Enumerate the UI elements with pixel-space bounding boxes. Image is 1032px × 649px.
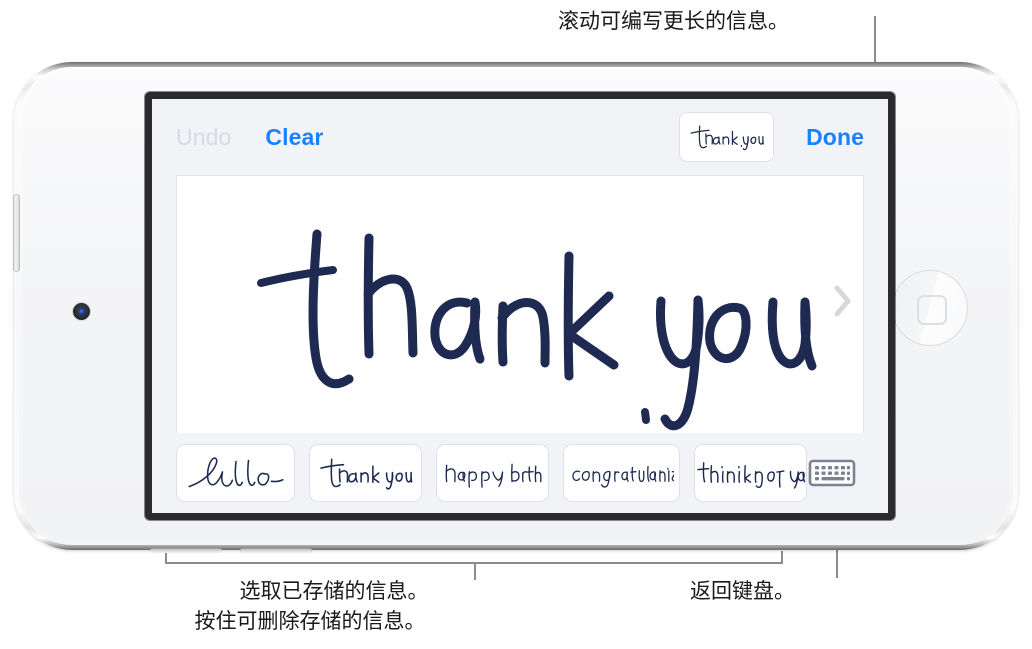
handwriting-ink-thank-you xyxy=(257,229,817,431)
chevron-right-icon[interactable] xyxy=(833,284,853,318)
leader-line-saved-messages-drop xyxy=(474,562,476,580)
preview-thank-you-ink xyxy=(690,125,764,151)
callout-scroll-note: 滚动可编写更长的信息。 xyxy=(558,9,789,33)
home-button[interactable] xyxy=(892,270,968,346)
home-square-icon xyxy=(917,295,947,325)
saved-message-card[interactable] xyxy=(563,444,680,502)
callout-keyboard-note: 返回键盘。 xyxy=(690,579,795,603)
saved-ink-thank-you xyxy=(319,458,412,490)
clear-button[interactable]: Clear xyxy=(265,124,323,151)
screen: Undo Clear Done xyxy=(152,99,888,513)
saved-ink-congratulations xyxy=(571,465,674,488)
saved-messages-strip[interactable] xyxy=(152,433,888,513)
handwriting-preview-thumbnail[interactable] xyxy=(679,112,775,162)
saved-message-card[interactable] xyxy=(176,444,295,502)
callout-line-delete-saved: 按住可删除存储的信息。 xyxy=(194,609,426,633)
speaker-grille-left xyxy=(150,548,222,553)
done-button[interactable]: Done xyxy=(806,124,864,151)
front-camera-icon xyxy=(73,303,90,320)
callout-saved-messages-note: 选取已存储的信息。 按住可删除存储的信息。 xyxy=(155,576,465,636)
undo-button[interactable]: Undo xyxy=(176,124,231,151)
speaker-grille-right xyxy=(240,548,312,553)
leader-bracket-tick-right xyxy=(781,551,783,563)
saved-ink-happy-birthday xyxy=(445,463,542,488)
saved-ink-thinking-of-you xyxy=(697,462,806,489)
saved-message-card[interactable] xyxy=(309,444,422,502)
digital-touch-toolbar: Undo Clear Done xyxy=(152,99,888,175)
saved-message-card[interactable] xyxy=(436,444,549,502)
screen-bezel: Undo Clear Done xyxy=(145,92,895,520)
callout-line-select-saved: 选取已存储的信息。 xyxy=(239,579,429,603)
device-frame: Undo Clear Done xyxy=(13,62,1018,553)
keyboard-icon[interactable] xyxy=(808,458,856,488)
saved-message-card[interactable] xyxy=(694,444,807,502)
saved-ink-hello xyxy=(187,457,284,488)
handwriting-canvas[interactable] xyxy=(176,175,864,433)
volume-button[interactable] xyxy=(13,194,20,272)
